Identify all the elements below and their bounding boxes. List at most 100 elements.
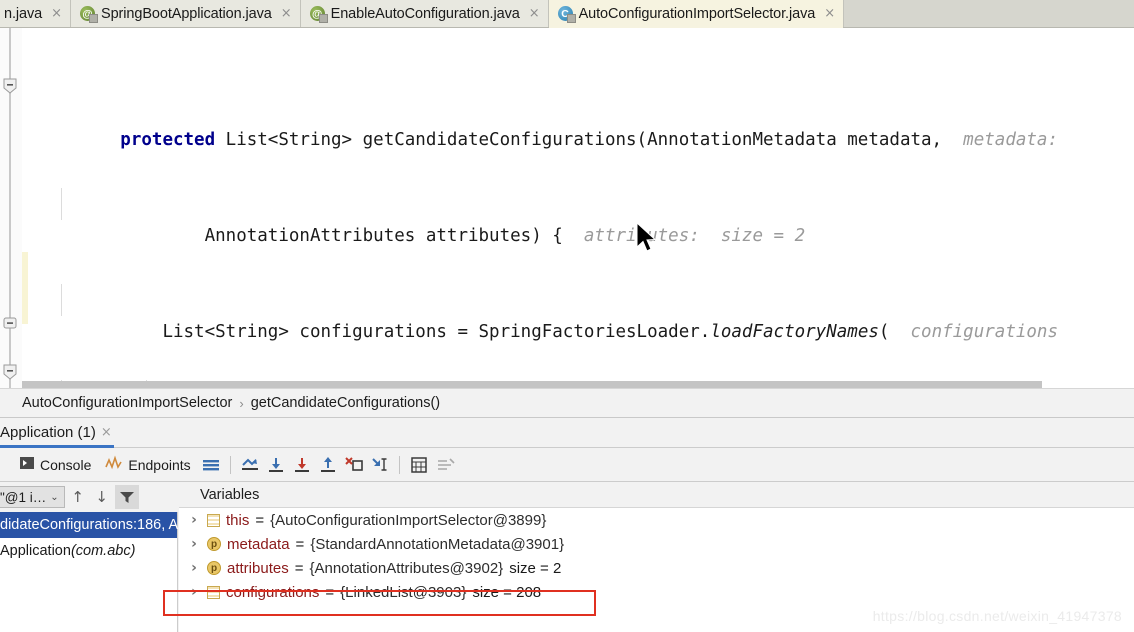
inline-hint: metadata:: [952, 130, 1058, 150]
chevron-right-icon[interactable]: ›: [187, 512, 201, 528]
layout-icon[interactable]: [198, 453, 224, 477]
variable-equals: =: [325, 583, 335, 601]
code-line-2: List<String> configurations = SpringFact…: [28, 284, 1134, 342]
chevron-right-icon: ›: [239, 395, 244, 411]
variable-size: size = 208: [472, 583, 542, 601]
mouse-cursor: [636, 222, 657, 252]
code-text[interactable]: protected List<String> getCandidateConfi…: [28, 28, 1134, 388]
breadcrumb-method[interactable]: getCandidateConfigurations(): [251, 395, 440, 411]
editor-tab-label: SpringBootApplication.java: [101, 5, 272, 22]
debug-session-tabs: Application (1) ×: [0, 418, 1134, 448]
fold-collapse-icon[interactable]: [2, 315, 18, 331]
field-icon: [207, 585, 220, 599]
close-icon[interactable]: ×: [281, 7, 292, 20]
annotation-icon: @: [309, 6, 328, 23]
editor-tab-label: EnableAutoConfiguration.java: [330, 5, 520, 22]
editor-horizontal-scrollbar[interactable]: [22, 381, 1042, 388]
variable-row-this[interactable]: › this = {AutoConfigurationImportSelecto…: [179, 508, 1134, 532]
chevron-right-icon[interactable]: ›: [187, 584, 201, 600]
editor-gutter[interactable]: [0, 28, 22, 388]
step-over-icon[interactable]: [263, 453, 289, 477]
parameter-icon: p: [207, 537, 221, 551]
debug-session-tab-label: Application (1): [0, 424, 96, 441]
endpoints-tab[interactable]: Endpoints: [98, 452, 197, 478]
code-editor[interactable]: protected List<String> getCandidateConfi…: [0, 28, 1134, 388]
variable-equals: =: [295, 535, 305, 553]
toolbar-divider: [398, 455, 400, 474]
variable-equals: =: [255, 511, 265, 529]
show-execution-point-icon[interactable]: [237, 453, 263, 477]
variable-equals: =: [294, 559, 304, 577]
parameter-icon: p: [207, 561, 221, 575]
variable-name: this: [226, 511, 250, 529]
variable-size: size = 2: [509, 559, 562, 577]
close-icon[interactable]: ×: [101, 425, 112, 440]
annotation-icon: @: [80, 6, 98, 23]
frame-down-button[interactable]: ↓: [91, 486, 113, 508]
breadcrumb[interactable]: AutoConfigurationImportSelector › getCan…: [0, 388, 1134, 418]
editor-tab-bar: n.java × @ SpringBootApplication.java × …: [0, 0, 1134, 28]
variable-value: {AutoConfigurationImportSelector@3899}: [270, 511, 547, 529]
chevron-right-icon[interactable]: ›: [187, 536, 201, 552]
frames-panel: "@1 i… ⌄ ↑ ↓ didateConfigurations:186, A…: [0, 482, 178, 632]
toolbar-divider: [229, 455, 231, 474]
filter-icon[interactable]: [114, 485, 139, 509]
frame-row[interactable]: didateConfigurations:186, A: [0, 512, 179, 538]
variable-row-metadata[interactable]: › p metadata = {StandardAnnotationMetada…: [179, 532, 1134, 556]
mute-breakpoints-icon[interactable]: [432, 453, 458, 477]
variable-name: metadata: [227, 535, 290, 553]
watermark: https://blog.csdn.net/weixin_41947378: [872, 608, 1122, 624]
frame-label: didateConfigurations:186, A: [0, 517, 179, 533]
variables-header: Variables: [179, 482, 1134, 508]
editor-tab-label: n.java: [4, 5, 43, 22]
variable-row-configurations[interactable]: › configurations = {LinkedList@3903} siz…: [179, 580, 1134, 604]
frames-toolbar: "@1 i… ⌄ ↑ ↓: [0, 482, 178, 512]
variable-value: {AnnotationAttributes@3902}: [309, 559, 504, 577]
editor-tab-0[interactable]: n.java ×: [0, 0, 71, 27]
console-tab[interactable]: Console: [12, 452, 98, 478]
fold-collapse-icon[interactable]: [2, 78, 18, 94]
evaluate-expression-icon[interactable]: [406, 453, 432, 477]
frame-row[interactable]: Application (com.abc): [0, 538, 177, 564]
debug-tool-window: Application (1) × Console Endpoints "@1 …: [0, 418, 1134, 632]
endpoints-icon: [105, 455, 123, 474]
inline-hint: configurations: [899, 322, 1059, 342]
breadcrumb-class[interactable]: AutoConfigurationImportSelector: [22, 395, 232, 411]
editor-tab-label: AutoConfigurationImportSelector.java: [578, 5, 816, 22]
thread-selector[interactable]: "@1 i… ⌄: [0, 486, 65, 508]
thread-selector-label: "@1 i…: [0, 489, 47, 505]
frame-label: Application: [0, 543, 71, 559]
ide-window: n.java × @ SpringBootApplication.java × …: [0, 0, 1134, 632]
editor-tab-1[interactable]: @ SpringBootApplication.java ×: [71, 0, 301, 27]
debug-toolbar: Console Endpoints: [0, 448, 1134, 482]
chevron-right-icon[interactable]: ›: [187, 560, 201, 576]
class-icon: C: [557, 6, 576, 23]
code-token-text: List<String> getCandidateConfigurations(…: [225, 130, 953, 150]
code-token-text: (: [878, 322, 900, 342]
fold-collapse-icon[interactable]: [2, 364, 18, 380]
editor-tab-2[interactable]: @ EnableAutoConfiguration.java ×: [300, 0, 549, 27]
editor-tab-3-active[interactable]: C AutoConfigurationImportSelector.java ×: [548, 0, 845, 28]
code-token-keyword: protected: [120, 130, 226, 150]
code-token-text: AnnotationAttributes attributes) {: [120, 226, 574, 246]
step-out-icon[interactable]: [341, 453, 367, 477]
code-line-1: AnnotationAttributes attributes) { attri…: [28, 188, 1134, 246]
endpoints-tab-label: Endpoints: [128, 456, 191, 473]
inline-hint: attributes: size = 2: [573, 226, 806, 246]
chevron-down-icon: ⌄: [50, 491, 59, 503]
field-icon: [207, 513, 220, 527]
variable-row-attributes[interactable]: › p attributes = {AnnotationAttributes@3…: [179, 556, 1134, 580]
force-step-into-icon[interactable]: [315, 453, 341, 477]
close-icon[interactable]: ×: [51, 7, 62, 20]
console-icon: [19, 455, 35, 474]
close-icon[interactable]: ×: [529, 7, 540, 20]
drop-frame-icon[interactable]: [367, 453, 393, 477]
debug-session-tab-application[interactable]: Application (1) ×: [0, 418, 120, 448]
frame-up-button[interactable]: ↑: [67, 486, 89, 508]
close-icon[interactable]: ×: [824, 7, 835, 20]
step-into-icon[interactable]: [289, 453, 315, 477]
variable-value: {LinkedList@3903}: [340, 583, 467, 601]
variable-name: attributes: [227, 559, 289, 577]
code-token-text: List<String> configurations = SpringFact…: [120, 322, 711, 342]
console-tab-label: Console: [40, 456, 92, 473]
